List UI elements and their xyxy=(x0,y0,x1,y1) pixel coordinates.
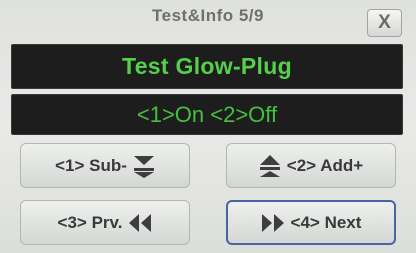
sub-button-label: <1> Sub- xyxy=(55,155,127,175)
double-chevron-up-icon xyxy=(259,154,281,178)
options-panel: <1>On <2>Off xyxy=(11,94,403,135)
rewind-icon xyxy=(128,213,152,233)
add-button-label: <2> Add+ xyxy=(286,155,364,175)
next-button-label: <4> Next xyxy=(290,212,362,232)
add-button[interactable]: <2> Add+ xyxy=(226,143,396,188)
previous-button[interactable]: <3> Prv. xyxy=(20,200,190,245)
next-button[interactable]: <4> Next xyxy=(226,200,396,245)
test-heading: Test Glow-Plug xyxy=(122,53,292,79)
options-text: <1>On <2>Off xyxy=(136,101,278,127)
display-screen: Test&Info 5/9 X Test Glow-Plug <1>On <2>… xyxy=(0,0,416,253)
sub-button[interactable]: <1> Sub- xyxy=(20,143,190,188)
close-icon: X xyxy=(378,12,391,33)
window-title: Test&Info 5/9 xyxy=(152,6,264,25)
fast-forward-icon xyxy=(261,213,285,233)
previous-button-label: <3> Prv. xyxy=(57,212,123,232)
close-button[interactable]: X xyxy=(367,9,402,37)
title-bar: Test&Info 5/9 X xyxy=(0,0,416,42)
double-chevron-down-icon xyxy=(133,154,155,178)
test-heading-panel: Test Glow-Plug xyxy=(11,44,403,89)
